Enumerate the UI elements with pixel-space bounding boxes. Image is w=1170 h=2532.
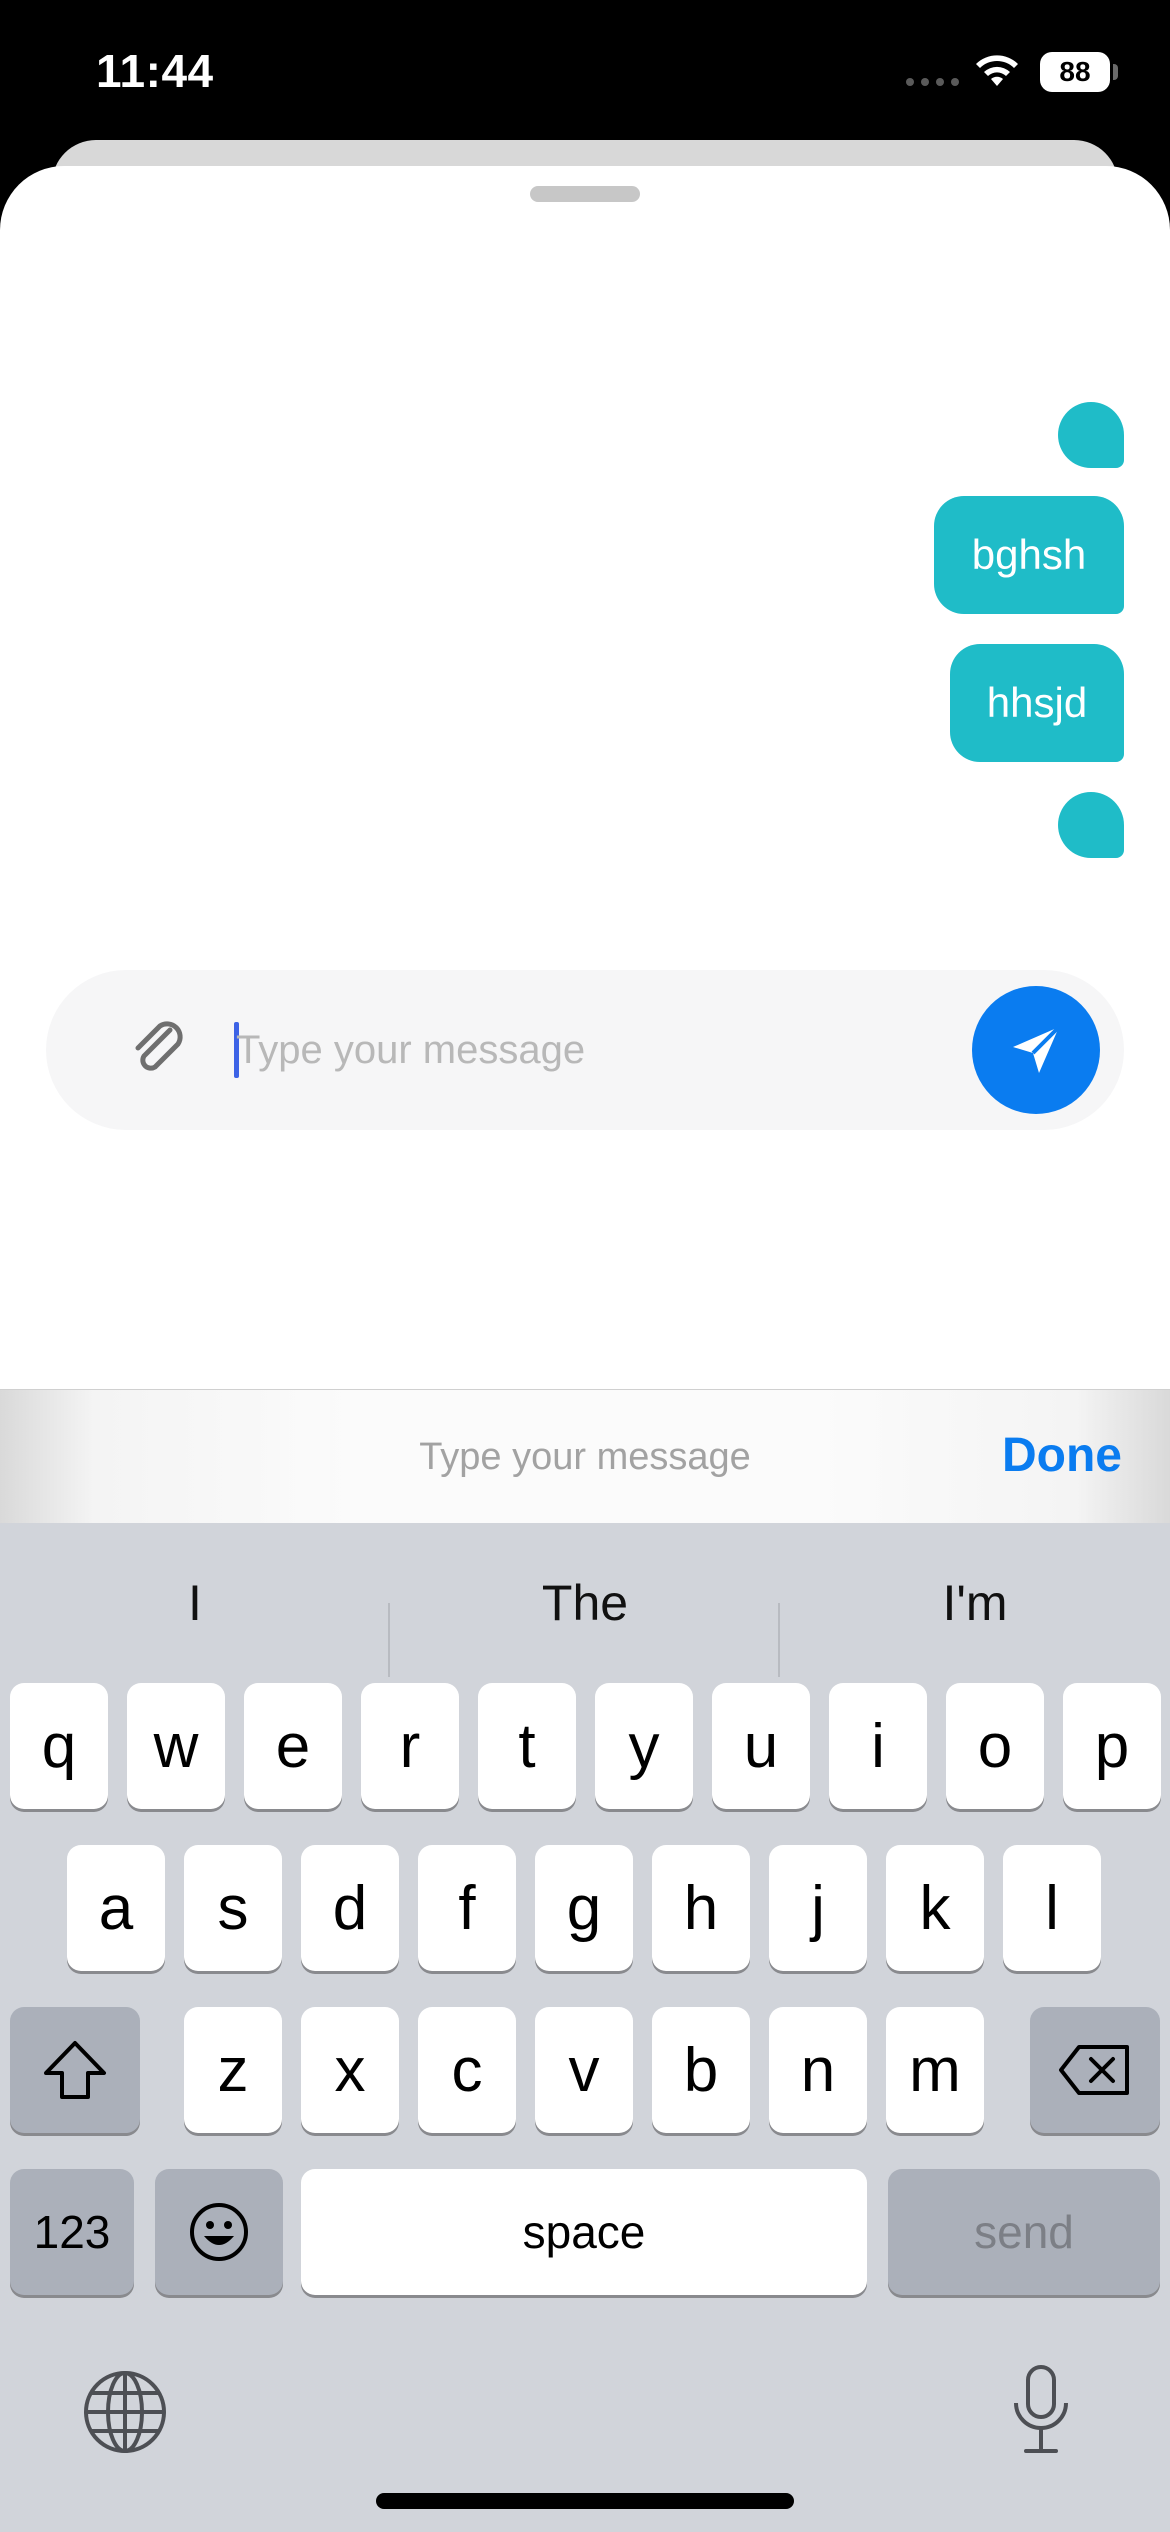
emoji-key[interactable] <box>155 2169 283 2295</box>
status-time: 11:44 <box>96 45 214 97</box>
key-g[interactable]: g <box>535 1845 633 1971</box>
message-bubble[interactable] <box>1058 402 1124 468</box>
key-q[interactable]: q <box>10 1683 108 1809</box>
suggestion-bar: I The I'm <box>0 1563 1170 1677</box>
battery-tip <box>1113 64 1118 80</box>
numbers-key[interactable]: 123 <box>10 2169 134 2295</box>
paperclip-icon[interactable] <box>126 1016 192 1082</box>
message-bubble[interactable]: bghsh <box>934 496 1124 614</box>
done-button[interactable]: Done <box>1002 1428 1122 1483</box>
key-a[interactable]: a <box>67 1845 165 1971</box>
globe-icon[interactable] <box>82 2369 168 2455</box>
suggestion-2[interactable]: The <box>390 1563 780 1643</box>
send-button[interactable] <box>972 986 1100 1114</box>
key-b[interactable]: b <box>652 2007 750 2133</box>
key-d[interactable]: d <box>301 1845 399 1971</box>
sheet-grabber[interactable] <box>530 186 640 202</box>
shift-icon <box>44 2041 106 2099</box>
emoji-icon <box>190 2203 248 2261</box>
space-key[interactable]: space <box>301 2169 867 2295</box>
status-bar: 11:44 88 <box>0 0 1170 150</box>
key-s[interactable]: s <box>184 1845 282 1971</box>
suggestion-3[interactable]: I'm <box>780 1563 1170 1643</box>
key-z[interactable]: z <box>184 2007 282 2133</box>
key-h[interactable]: h <box>652 1845 750 1971</box>
suggestion-1[interactable]: I <box>0 1563 390 1643</box>
delete-key[interactable] <box>1030 2007 1160 2133</box>
key-u[interactable]: u <box>712 1683 810 1809</box>
delete-icon <box>1059 2045 1129 2095</box>
home-indicator <box>376 2493 794 2509</box>
key-n[interactable]: n <box>769 2007 867 2133</box>
key-c[interactable]: c <box>418 2007 516 2133</box>
key-r[interactable]: r <box>361 1683 459 1809</box>
key-p[interactable]: p <box>1063 1683 1161 1809</box>
keyboard: I The I'm q w e r t y u i o p a s d f g … <box>0 1523 1170 2532</box>
key-w[interactable]: w <box>127 1683 225 1809</box>
shift-key[interactable] <box>10 2007 140 2133</box>
message-bubble[interactable]: hhsjd <box>950 644 1124 762</box>
send-key[interactable]: send <box>888 2169 1160 2295</box>
key-v[interactable]: v <box>535 2007 633 2133</box>
message-composer <box>46 970 1124 1130</box>
cellular-signal-icon <box>906 78 959 86</box>
key-o[interactable]: o <box>946 1683 1044 1809</box>
battery-indicator: 88 <box>1040 52 1110 92</box>
microphone-icon[interactable] <box>1010 2363 1072 2459</box>
key-e[interactable]: e <box>244 1683 342 1809</box>
key-f[interactable]: f <box>418 1845 516 1971</box>
wifi-icon <box>976 55 1018 86</box>
message-input[interactable] <box>236 1010 976 1090</box>
key-l[interactable]: l <box>1003 1845 1101 1971</box>
accessory-title: Type your message <box>419 1436 751 1478</box>
key-j[interactable]: j <box>769 1845 867 1971</box>
key-m[interactable]: m <box>886 2007 984 2133</box>
message-bubble[interactable] <box>1058 792 1124 858</box>
key-y[interactable]: y <box>595 1683 693 1809</box>
key-t[interactable]: t <box>478 1683 576 1809</box>
send-arrow-icon <box>1013 1025 1061 1073</box>
key-x[interactable]: x <box>301 2007 399 2133</box>
keyboard-accessory-bar: Type your message Done <box>0 1389 1170 1523</box>
key-i[interactable]: i <box>829 1683 927 1809</box>
key-k[interactable]: k <box>886 1845 984 1971</box>
